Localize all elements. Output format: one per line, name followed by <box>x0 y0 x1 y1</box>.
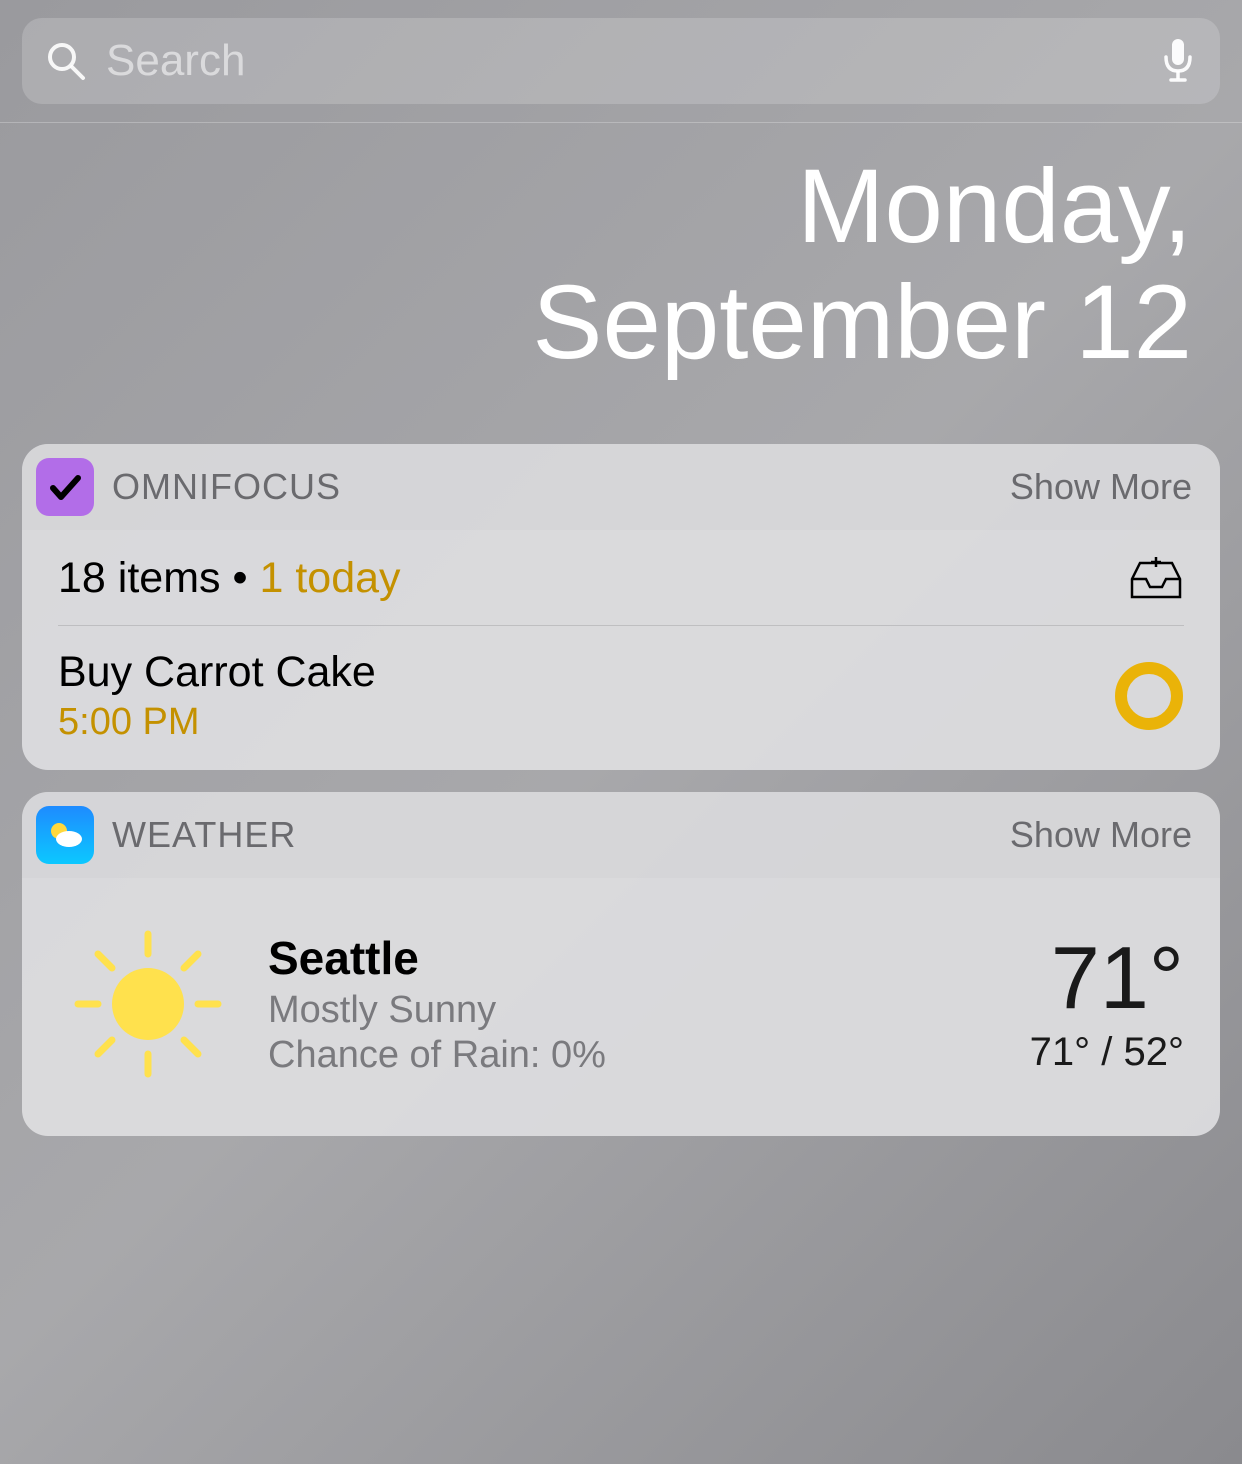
omnifocus-task-row[interactable]: Buy Carrot Cake 5:00 PM <box>58 626 1184 744</box>
weather-current-temp: 71° <box>1030 934 1184 1022</box>
omnifocus-items-count: 18 items <box>58 554 221 602</box>
date-day: Monday, <box>0 149 1192 265</box>
weather-condition: Mostly Sunny <box>268 989 1030 1032</box>
date-display: Monday, September 12 <box>0 123 1242 380</box>
weather-title: WEATHER <box>112 814 1010 856</box>
sun-icon <box>58 914 238 1094</box>
weather-rain-chance: Chance of Rain: 0% <box>268 1034 1030 1077</box>
omnifocus-task-title: Buy Carrot Cake <box>58 648 1114 697</box>
date-month-day: September 12 <box>0 265 1192 381</box>
omnifocus-widget[interactable]: OMNIFOCUS Show More 18 items • 1 today <box>22 444 1220 770</box>
weather-widget[interactable]: WEATHER Show More <box>22 792 1220 1136</box>
omnifocus-summary-dot: • <box>221 554 260 602</box>
omnifocus-body: 18 items • 1 today Buy Carrot Cake 5:00 … <box>22 530 1220 770</box>
search-placeholder: Search <box>106 36 1160 86</box>
omnifocus-summary-text: 18 items • 1 today <box>58 554 1128 603</box>
search-bar[interactable]: Search <box>22 18 1220 104</box>
weather-body: Seattle Mostly Sunny Chance of Rain: 0% … <box>22 878 1220 1136</box>
weather-widget-header: WEATHER Show More <box>22 792 1220 878</box>
weather-show-more[interactable]: Show More <box>1010 814 1192 856</box>
task-complete-circle[interactable] <box>1114 661 1184 731</box>
omnifocus-widget-header: OMNIFOCUS Show More <box>22 444 1220 530</box>
inbox-icon[interactable] <box>1128 557 1184 601</box>
omnifocus-title: OMNIFOCUS <box>112 466 1010 508</box>
omnifocus-app-icon <box>36 458 94 516</box>
weather-texts: Seattle Mostly Sunny Chance of Rain: 0% <box>268 931 1030 1077</box>
search-icon <box>46 41 86 81</box>
omnifocus-show-more[interactable]: Show More <box>1010 466 1192 508</box>
omnifocus-summary-row[interactable]: 18 items • 1 today <box>58 530 1184 626</box>
microphone-icon[interactable] <box>1160 39 1196 83</box>
omnifocus-task-time: 5:00 PM <box>58 701 1114 744</box>
weather-city: Seattle <box>268 931 1030 985</box>
weather-temp-range: 71° / 52° <box>1030 1030 1184 1075</box>
omnifocus-today-count: 1 today <box>259 554 400 602</box>
omnifocus-task-texts: Buy Carrot Cake 5:00 PM <box>58 648 1114 744</box>
weather-temps: 71° 71° / 52° <box>1030 934 1184 1075</box>
weather-app-icon <box>36 806 94 864</box>
